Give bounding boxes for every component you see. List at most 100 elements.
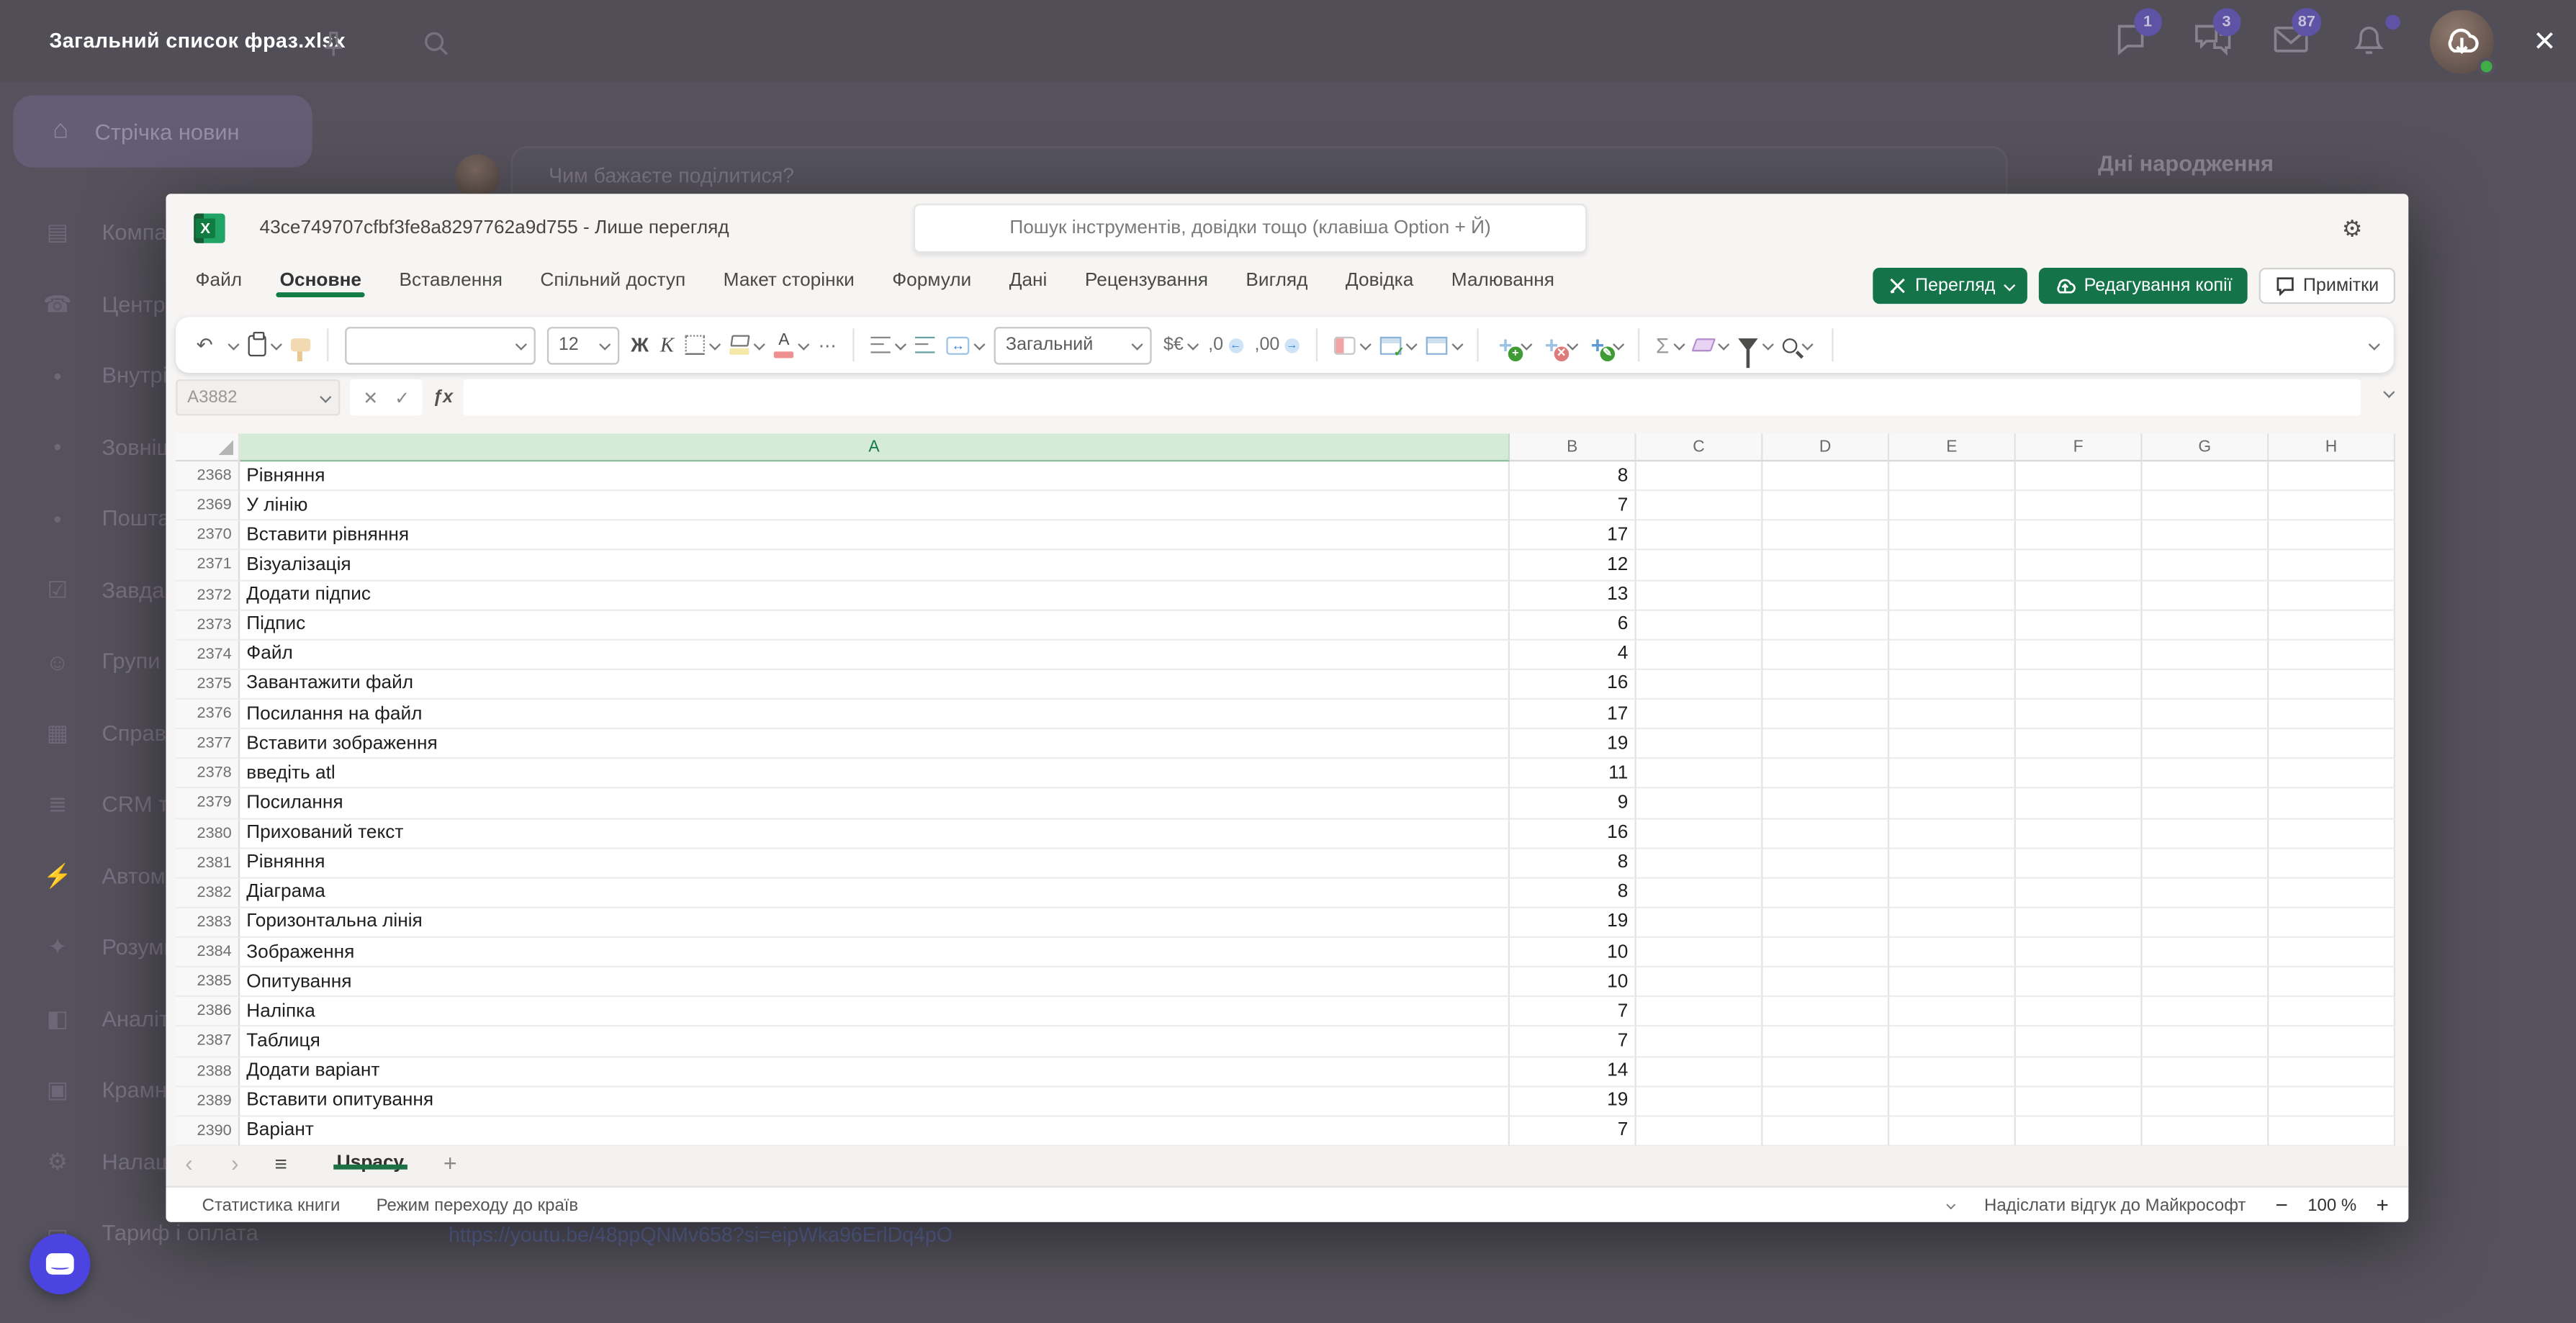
cell-empty[interactable] [2269,1116,2395,1146]
cell-empty[interactable] [1636,908,1763,938]
cell-b[interactable]: 12 [1510,551,1636,580]
cell-empty[interactable] [1636,492,1763,521]
cell-b[interactable]: 6 [1510,610,1636,640]
more-formatting-button[interactable]: ⋯ [819,334,837,356]
cell-empty[interactable] [1636,938,1763,967]
cell-b[interactable]: 8 [1510,849,1636,878]
cell-a[interactable]: Опитування [240,967,1510,997]
cell-empty[interactable] [2143,670,2269,700]
cell-empty[interactable] [1762,461,1889,491]
confirm-entry-icon[interactable]: ✓ [395,387,410,408]
row-header[interactable]: 2378 [176,759,240,789]
cell-empty[interactable] [2143,581,2269,610]
cell-empty[interactable] [2269,1087,2395,1116]
cell-empty[interactable] [2016,789,2143,818]
close-icon[interactable]: ✕ [2533,27,2557,55]
row-header[interactable]: 2380 [176,819,240,849]
cell-empty[interactable] [2016,729,2143,759]
cell-empty[interactable] [1889,908,2016,938]
cell-empty[interactable] [2269,521,2395,551]
cell-empty[interactable] [2143,849,2269,878]
cell-styles-button[interactable] [1426,336,1460,354]
cell-empty[interactable] [2269,581,2395,610]
cell-empty[interactable] [2016,521,2143,551]
expand-formula-bar-chevron-icon[interactable] [2383,387,2395,398]
cell-empty[interactable] [1889,670,2016,700]
cell-empty[interactable] [1762,878,1889,908]
ribbon-tab[interactable]: Макет сторінки [724,263,855,291]
sort-filter-button[interactable] [1738,338,1771,351]
cell-empty[interactable] [2269,938,2395,967]
cell-empty[interactable] [1762,670,1889,700]
cell-empty[interactable] [2016,1116,2143,1146]
column-header[interactable]: G [2143,433,2269,461]
number-format-select[interactable]: Загальний [994,326,1152,364]
cell-a[interactable]: Завантажити файл [240,670,1510,700]
cell-empty[interactable] [2269,461,2395,491]
ribbon-tab[interactable]: Довідка [1346,263,1413,291]
cell-empty[interactable] [2016,492,2143,521]
ribbon-tab[interactable]: Дані [1009,263,1048,291]
format-as-table-button[interactable]: ✓ [1380,336,1415,354]
cell-empty[interactable] [1889,998,2016,1027]
cell-empty[interactable] [2016,461,2143,491]
gear-icon[interactable]: ⚙ [2342,215,2363,243]
cell-empty[interactable] [2269,759,2395,789]
cell-b[interactable]: 7 [1510,492,1636,521]
cell-empty[interactable] [2143,819,2269,849]
cell-empty[interactable] [2143,908,2269,938]
cell-b[interactable]: 8 [1510,461,1636,491]
cell-empty[interactable] [1889,1116,2016,1146]
cell-empty[interactable] [1889,819,2016,849]
conditional-formatting-button[interactable] [1334,336,1369,354]
cell-empty[interactable] [1889,878,2016,908]
cell-empty[interactable] [2016,670,2143,700]
cell-empty[interactable] [2269,789,2395,818]
cell-empty[interactable] [2269,1057,2395,1086]
cell-a[interactable]: Візуалізація [240,551,1510,580]
column-header[interactable]: H [2269,433,2395,461]
cell-b[interactable]: 16 [1510,819,1636,849]
row-header[interactable]: 2387 [176,1027,240,1057]
cell-a[interactable]: Додати варіант [240,1057,1510,1086]
cell-a[interactable]: Зображення [240,938,1510,967]
cell-empty[interactable] [1889,938,2016,967]
row-header[interactable]: 2381 [176,849,240,878]
ribbon-tab[interactable]: Файл [196,263,243,291]
cancel-entry-icon[interactable]: ✕ [363,387,378,408]
cell-empty[interactable] [1889,1087,2016,1116]
cell-empty[interactable] [1636,1027,1763,1057]
cell-empty[interactable] [2016,1087,2143,1116]
column-header[interactable]: E [1889,433,2016,461]
cell-b[interactable]: 19 [1510,908,1636,938]
cell-empty[interactable] [1762,759,1889,789]
decrease-decimal-button[interactable]: ,0← [1208,335,1243,355]
cell-empty[interactable] [1762,849,1889,878]
cell-empty[interactable] [1762,729,1889,759]
cell-a[interactable]: Рівняння [240,461,1510,491]
cell-empty[interactable] [1889,729,2016,759]
cell-empty[interactable] [1636,700,1763,729]
cell-b[interactable]: 16 [1510,670,1636,700]
currency-format-button[interactable]: $€ [1163,335,1197,355]
sheet-tab-uspacy[interactable]: Uspacy [320,1147,420,1173]
row-header[interactable]: 2370 [176,521,240,551]
insert-cells-button[interactable]: ++ [1495,334,1529,356]
cell-empty[interactable] [2143,938,2269,967]
cell-empty[interactable] [2016,908,2143,938]
cell-a[interactable]: Варіант [240,1116,1510,1146]
cell-empty[interactable] [2143,1027,2269,1057]
cell-a[interactable]: введіть atl [240,759,1510,789]
edge-mode-button[interactable]: Режим переходу до країв [377,1195,579,1214]
cell-empty[interactable] [2016,610,2143,640]
cell-empty[interactable] [2269,1027,2395,1057]
row-header[interactable]: 2371 [176,551,240,580]
cell-empty[interactable] [2269,670,2395,700]
cell-empty[interactable] [2269,551,2395,580]
cell-empty[interactable] [1889,1027,2016,1057]
cell-empty[interactable] [1889,789,2016,818]
cell-b[interactable]: 19 [1510,1087,1636,1116]
cell-empty[interactable] [1762,998,1889,1027]
row-header[interactable]: 2376 [176,700,240,729]
cell-empty[interactable] [2016,878,2143,908]
